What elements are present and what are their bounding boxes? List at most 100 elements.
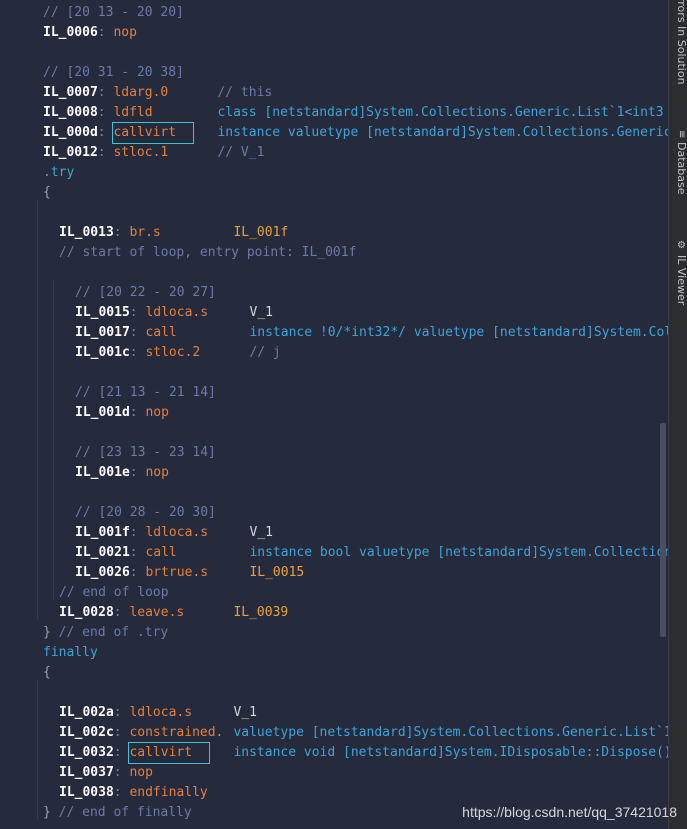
il-offset-label: IL_0012 <box>43 145 98 160</box>
il-opcode[interactable]: ldloca.s <box>145 303 249 323</box>
right-tool-strip: Errors In Solution ≡ Database ⚙ IL Viewe… <box>668 0 687 829</box>
label-separator: : <box>97 125 114 140</box>
il-opcode[interactable]: nop <box>145 403 249 423</box>
code-line[interactable]: // [20 28 - 20 30] <box>75 503 216 523</box>
code-line[interactable]: IL_002a: ldloca.s V_1 <box>59 703 257 723</box>
block-end-comment: // end of finally <box>58 805 192 820</box>
il-opcode[interactable]: stloc.2 <box>145 343 249 363</box>
tool-tab-il-viewer[interactable]: ⚙ IL Viewer <box>669 240 687 325</box>
code-line[interactable]: .try <box>43 163 74 183</box>
il-opcode[interactable]: nop <box>113 23 217 43</box>
code-line[interactable]: IL_000d: callvirt instance valuetype [net… <box>43 122 668 144</box>
label-separator: : <box>129 325 146 340</box>
il-opcode[interactable]: leave.s <box>129 603 233 623</box>
code-line[interactable]: IL_0006: nop <box>43 23 217 43</box>
code-line[interactable]: // [20 13 - 20 20] <box>43 3 184 23</box>
il-offset-label: IL_002c <box>59 725 114 740</box>
label-separator: : <box>113 705 130 720</box>
code-line[interactable]: } // end of .try <box>43 623 168 643</box>
il-opcode[interactable]: callvirt <box>112 122 195 144</box>
operand: valuetype [netstandard]System.Collection… <box>233 725 668 740</box>
code-line[interactable]: } // end of finally <box>43 803 192 823</box>
inline-comment: // this <box>217 85 273 100</box>
source-comment: // [23 13 - 23 14] <box>75 445 216 460</box>
il-offset-label: IL_002a <box>59 705 114 720</box>
block-end-comment: // end of .try <box>58 625 169 640</box>
code-line[interactable]: { <box>43 663 51 683</box>
code-line[interactable]: IL_0007: ldarg.0// this <box>43 83 272 103</box>
il-opcode[interactable]: br.s <box>129 223 233 243</box>
code-line[interactable]: IL_0032: callvirt instance void [netstand… <box>59 742 668 764</box>
code-line[interactable]: { <box>43 183 51 203</box>
brace: { <box>43 665 51 680</box>
il-opcode[interactable]: endfinally <box>129 783 233 803</box>
vertical-scrollbar[interactable] <box>660 423 666 637</box>
label-separator: : <box>113 765 130 780</box>
database-icon: ≡ <box>676 130 687 139</box>
tool-tab-errors-in-solution[interactable]: Errors In Solution <box>669 0 687 100</box>
label-separator: : <box>113 785 130 800</box>
il-opcode[interactable]: stloc.1 <box>113 143 217 163</box>
tool-tab-database[interactable]: ≡ Database <box>669 130 687 215</box>
il-opcode[interactable]: nop <box>145 463 249 483</box>
il-opcode[interactable]: nop <box>129 763 233 783</box>
code-line[interactable]: // end of loop <box>59 583 169 603</box>
il-offset-label: IL_0032 <box>59 745 114 760</box>
code-line[interactable]: // [21 13 - 21 14] <box>75 383 216 403</box>
branch-target[interactable]: IL_0039 <box>233 605 288 620</box>
code-line[interactable]: finally <box>43 643 98 663</box>
il-opcode[interactable]: brtrue.s <box>145 563 249 583</box>
branch-target[interactable]: IL_001f <box>233 225 288 240</box>
label-separator: : <box>129 525 146 540</box>
label-separator: : <box>97 105 114 120</box>
source-comment: // end of loop <box>59 585 169 600</box>
code-line[interactable]: IL_0017: call instance !0/*int32*/ valuet… <box>75 323 668 343</box>
branch-target[interactable]: IL_0015 <box>249 565 304 580</box>
code-line[interactable]: IL_0026: brtrue.s IL_0015 <box>75 563 304 583</box>
operand: instance void [netstandard]System.IDispo… <box>233 745 668 760</box>
code-line[interactable]: IL_0012: stloc.1// V_1 <box>43 143 264 163</box>
code-line[interactable]: IL_001f: ldloca.s V_1 <box>75 523 273 543</box>
label-separator: : <box>113 225 130 240</box>
code-line[interactable]: IL_0038: endfinally <box>59 783 233 803</box>
operand: instance valuetype [netstandard]System.C… <box>217 125 668 140</box>
il-opcode[interactable]: call <box>145 323 249 343</box>
code-line[interactable]: IL_0015: ldloca.s V_1 <box>75 303 273 323</box>
code-line[interactable]: IL_001d: nop <box>75 403 249 423</box>
code-line[interactable]: // [20 31 - 20 38] <box>43 63 184 83</box>
il-opcode[interactable]: ldarg.0 <box>113 83 217 103</box>
code-line[interactable]: IL_0021: call instance bool valuetype [ne… <box>75 543 668 563</box>
code-line[interactable]: IL_0037: nop <box>59 763 233 783</box>
il-offset-label: IL_001d <box>75 405 130 420</box>
il-offset-label: IL_001f <box>75 525 130 540</box>
code-line[interactable]: IL_0028: leave.s IL_0039 <box>59 603 288 623</box>
operand: class [netstandard]System.Collections.Ge… <box>217 105 664 120</box>
il-opcode[interactable]: constrained. <box>129 723 233 743</box>
source-comment: // [20 13 - 20 20] <box>43 5 184 20</box>
brace: } <box>43 625 51 640</box>
il-opcode[interactable]: callvirt <box>128 742 211 764</box>
label-separator: : <box>97 25 114 40</box>
code-line[interactable]: // [20 22 - 20 27] <box>75 283 216 303</box>
code-line[interactable]: IL_001e: nop <box>75 463 249 483</box>
source-comment: // [20 28 - 20 30] <box>75 505 216 520</box>
errors-tab-label: Errors In Solution <box>675 0 687 85</box>
inline-comment: // j <box>249 345 281 360</box>
code-line[interactable]: IL_0008: ldfld class [netstandard]System.… <box>43 103 664 123</box>
il-opcode[interactable]: ldloca.s <box>129 703 233 723</box>
source-comment: // [21 13 - 21 14] <box>75 385 216 400</box>
code-line[interactable]: IL_001c: stloc.2// j <box>75 343 281 363</box>
code-line[interactable]: IL_0013: br.s IL_001f <box>59 223 288 243</box>
il-opcode[interactable]: call <box>145 543 249 563</box>
code-line[interactable]: // start of loop, entry point: IL_001f <box>59 243 356 263</box>
il-opcode[interactable]: ldloca.s <box>145 523 249 543</box>
il-viewer-icon: ⚙ <box>676 240 687 251</box>
il-opcode[interactable]: ldfld <box>113 103 217 123</box>
code-line[interactable]: IL_002c: constrained. valuetype [netstand… <box>59 723 668 743</box>
label-separator: : <box>97 85 114 100</box>
code-line[interactable]: // [23 13 - 23 14] <box>75 443 216 463</box>
il-code-editor[interactable]: // [20 13 - 20 20] IL_0006: nop // [20 31 … <box>0 0 668 829</box>
il-offset-label: IL_0008 <box>43 105 98 120</box>
il-offset-label: IL_0038 <box>59 785 114 800</box>
block-keyword: finally <box>43 645 98 660</box>
